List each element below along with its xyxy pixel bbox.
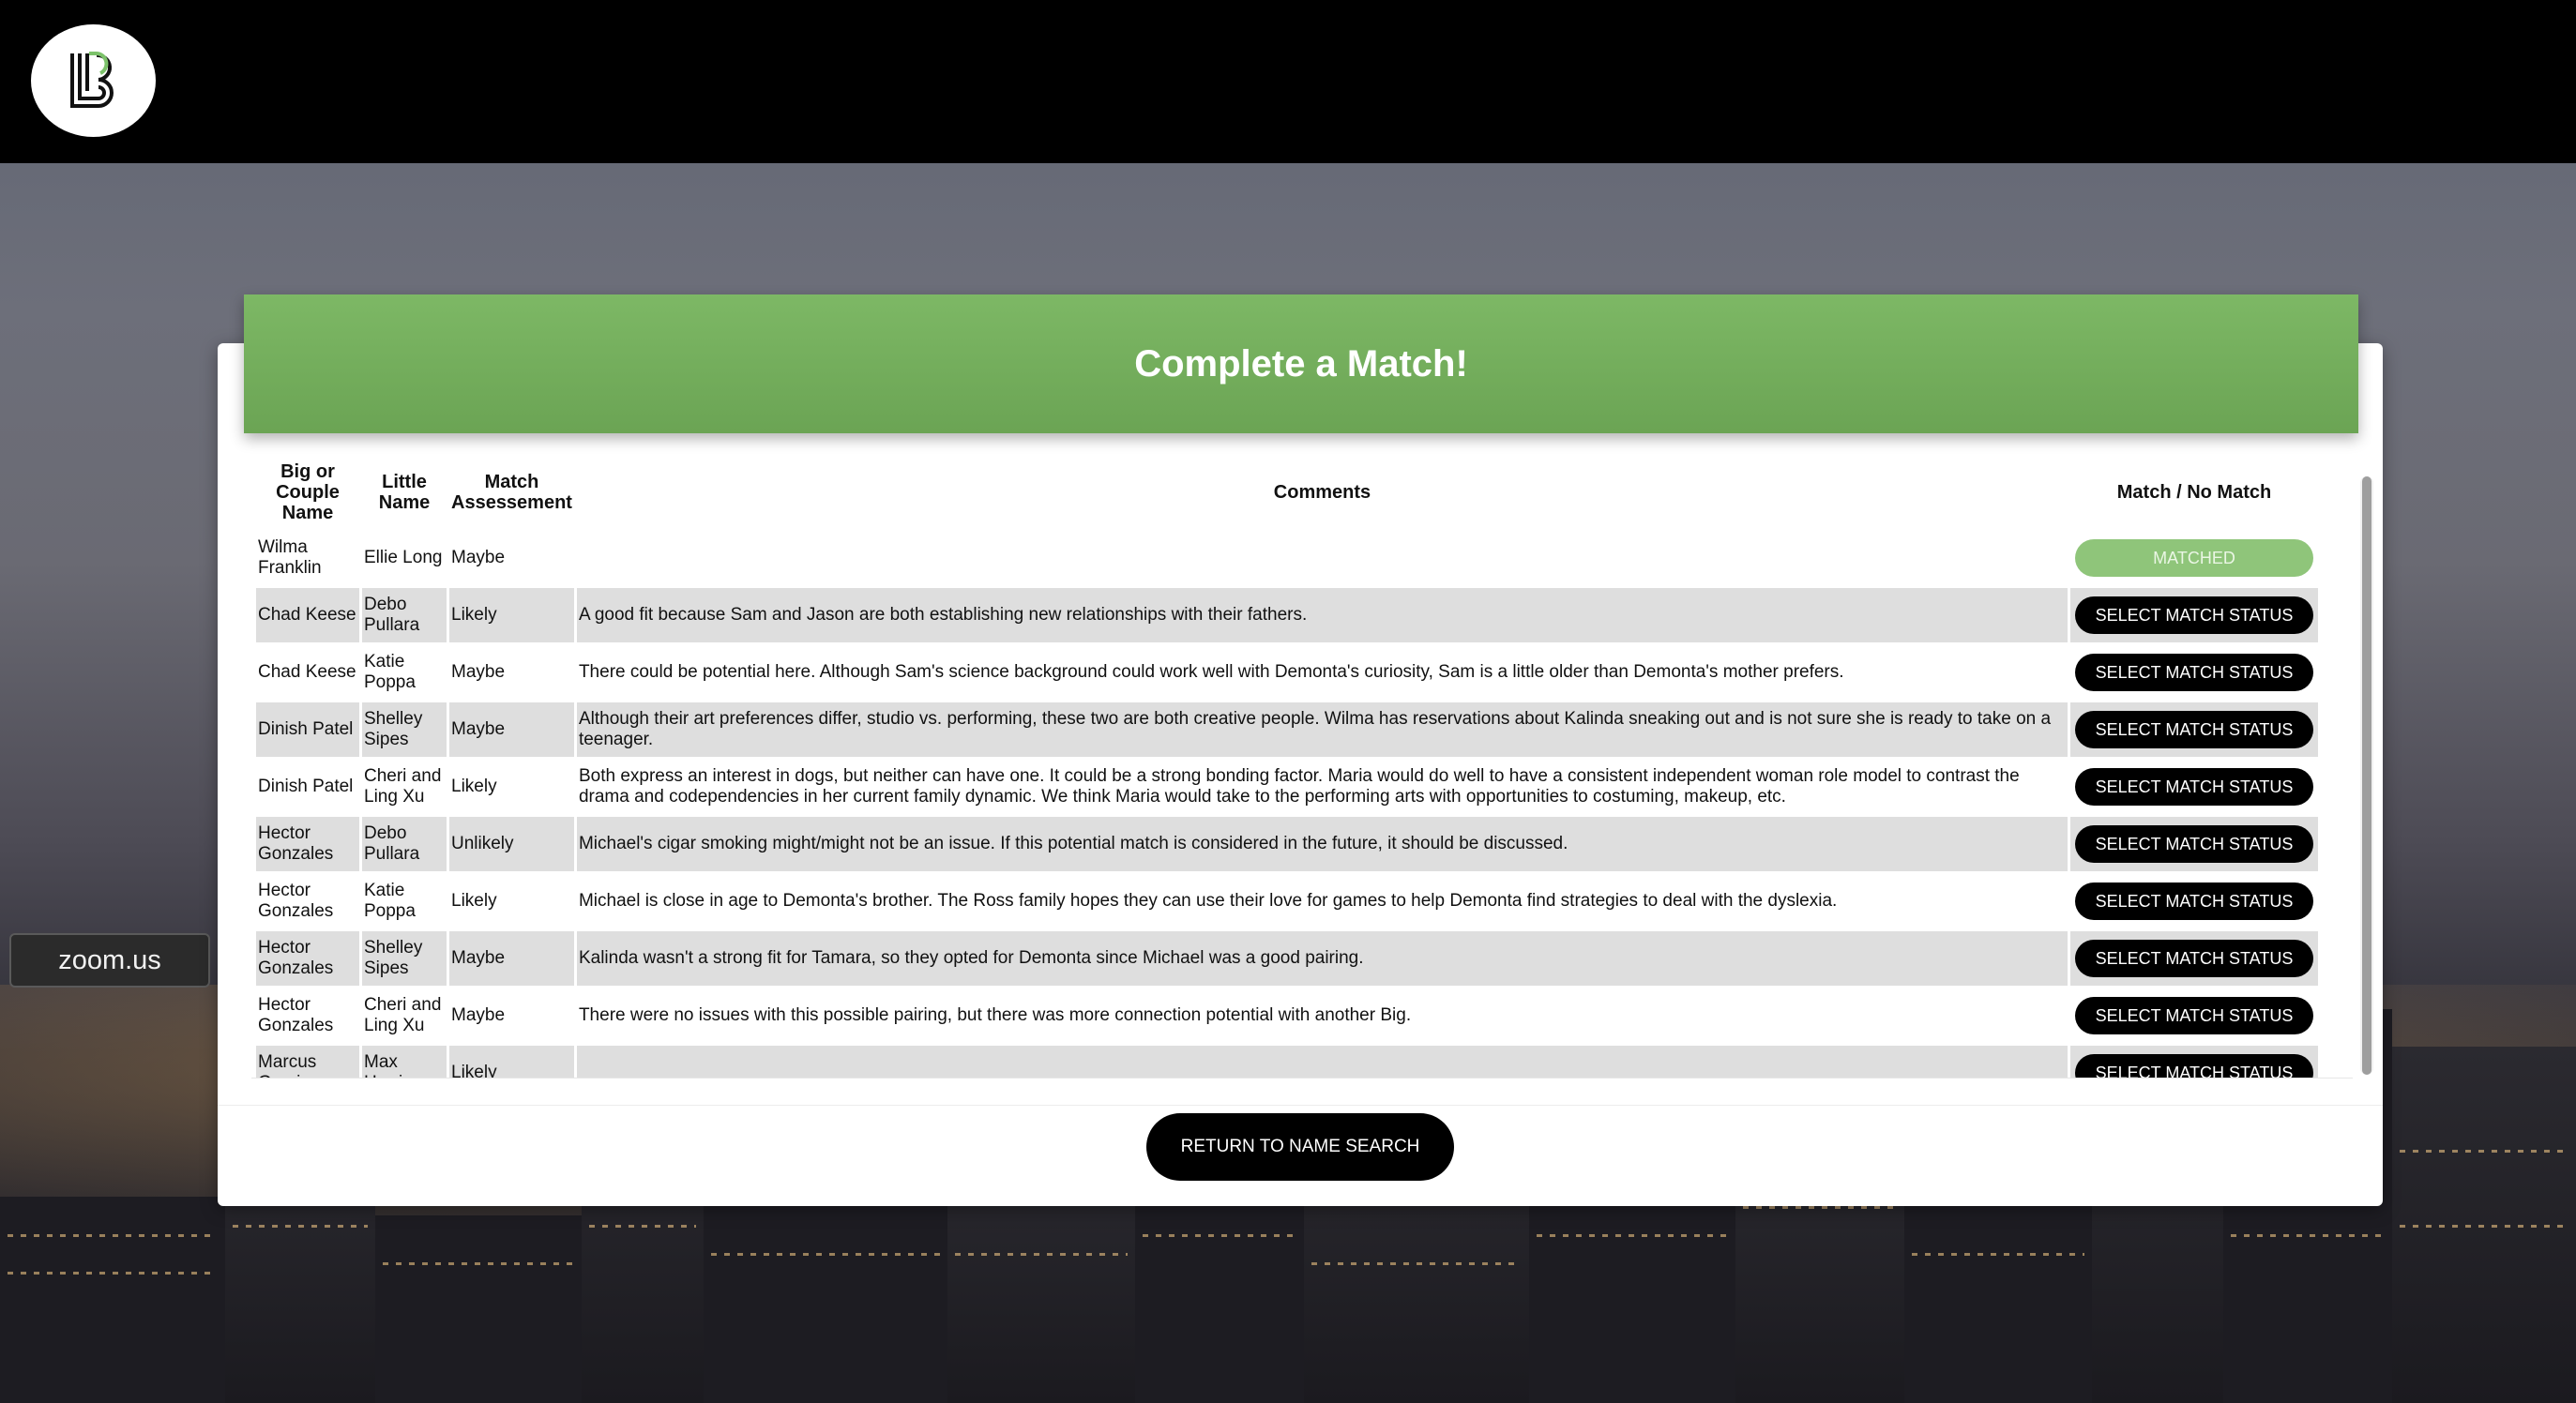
little-name-cell: Shelley Sipes <box>362 702 447 757</box>
action-cell: SELECT MATCH STATUS <box>2070 874 2318 928</box>
select-match-status-button[interactable]: SELECT MATCH STATUS <box>2075 825 2313 863</box>
big-name-cell: Hector Gonzales <box>256 817 359 871</box>
comments-cell: Michael is close in age to Demonta's bro… <box>578 891 1838 911</box>
assessment-cell: Maybe <box>451 662 506 682</box>
col-little-name: Little Name <box>378 472 431 513</box>
little-name-cell: Cheri and Ling Xu <box>364 766 442 807</box>
comments-cell: Michael's cigar smoking might/might not … <box>576 817 2068 871</box>
home-logo[interactable] <box>31 24 156 137</box>
little-name-cell: Debo Pullara <box>362 817 447 871</box>
card-title: Complete a Match! <box>244 294 2358 433</box>
action-cell: SELECT MATCH STATUS <box>2070 1046 2318 1078</box>
comments-cell <box>576 1046 2068 1078</box>
bb-logo-icon <box>69 52 114 108</box>
table-row: Hector Gonzales Katie Poppa Likely Micha… <box>256 874 2318 928</box>
table-row: Wilma Franklin Ellie Long Maybe MATCHED <box>256 531 2318 585</box>
select-match-status-button[interactable]: SELECT MATCH STATUS <box>2075 997 2313 1034</box>
big-name-cell: Dinish Patel <box>258 777 354 796</box>
select-match-status-button[interactable]: SELECT MATCH STATUS <box>2075 768 2313 806</box>
top-bar <box>0 0 2576 163</box>
table-row: Hector Gonzales Cheri and Ling Xu Maybe … <box>256 988 2318 1043</box>
select-match-status-button[interactable]: SELECT MATCH STATUS <box>2075 1054 2313 1078</box>
col-match-status: Match / No Match <box>2116 482 2272 503</box>
select-match-status-button[interactable]: SELECT MATCH STATUS <box>2075 883 2313 920</box>
select-match-status-button[interactable]: SELECT MATCH STATUS <box>2075 940 2313 977</box>
card-divider <box>218 1105 2383 1106</box>
assessment-cell: Likely <box>451 891 497 911</box>
little-name-cell: Debo Pullara <box>362 588 447 642</box>
comments-cell: Both express an interest in dogs, but ne… <box>578 766 2020 807</box>
action-cell: SELECT MATCH STATUS <box>2070 988 2318 1043</box>
assessment-cell: Maybe <box>451 1005 506 1025</box>
action-cell: SELECT MATCH STATUS <box>2070 931 2318 986</box>
comments-cell: There were no issues with this possible … <box>578 1005 1412 1025</box>
col-big-name: Big or Couple Name <box>276 461 340 523</box>
comments-cell: A good fit because Sam and Jason are bot… <box>576 588 2068 642</box>
match-table: Big or Couple Name Little Name Match Ass… <box>253 454 2321 1078</box>
table-scrollbar[interactable] <box>2360 476 2373 1075</box>
select-match-status-button[interactable]: SELECT MATCH STATUS <box>2075 654 2313 691</box>
big-name-cell: Wilma Franklin <box>258 537 322 578</box>
table-row: Hector Gonzales Debo Pullara Unlikely Mi… <box>256 817 2318 871</box>
little-name-cell: Katie Poppa <box>364 881 416 921</box>
assessment-cell: Maybe <box>449 931 574 986</box>
little-name-cell: Cheri and Ling Xu <box>364 995 442 1035</box>
col-assessment: Match Assessement <box>451 472 572 513</box>
matched-button[interactable]: MATCHED <box>2075 539 2313 577</box>
table-scrollbar-thumb[interactable] <box>2362 476 2371 1075</box>
action-cell: SELECT MATCH STATUS <box>2070 645 2318 700</box>
table-row: Chad Keese Katie Poppa Maybe There could… <box>256 645 2318 700</box>
big-name-cell: Dinish Patel <box>256 702 359 757</box>
select-match-status-button[interactable]: SELECT MATCH STATUS <box>2075 596 2313 634</box>
big-name-cell: Chad Keese <box>256 588 359 642</box>
table-row: Hector Gonzales Shelley Sipes Maybe Kali… <box>256 931 2318 986</box>
big-name-cell: Hector Gonzales <box>256 931 359 986</box>
assessment-cell: Maybe <box>451 548 506 567</box>
big-name-cell: Hector Gonzales <box>258 881 334 921</box>
return-to-name-search-button[interactable]: RETURN TO NAME SEARCH <box>1146 1113 1454 1181</box>
assessment-cell: Maybe <box>449 702 574 757</box>
assessment-cell: Likely <box>449 1046 574 1078</box>
comments-cell <box>577 531 2068 585</box>
table-row: Marcus Garcia Max Harris Likely SELECT M… <box>256 1046 2318 1078</box>
comments-cell: Kalinda wasn't a strong fit for Tamara, … <box>576 931 2068 986</box>
action-cell: SELECT MATCH STATUS <box>2070 588 2318 642</box>
little-name-cell: Shelley Sipes <box>362 931 447 986</box>
table-row: Chad Keese Debo Pullara Likely A good fi… <box>256 588 2318 642</box>
assessment-cell: Unlikely <box>449 817 574 871</box>
zoom-overlay-badge: zoom.us <box>9 933 210 988</box>
table-header-row: Big or Couple Name Little Name Match Ass… <box>256 457 2318 528</box>
action-cell: SELECT MATCH STATUS <box>2070 817 2318 871</box>
action-cell: SELECT MATCH STATUS <box>2070 760 2318 814</box>
little-name-cell: Max Harris <box>362 1046 447 1078</box>
assessment-cell: Likely <box>449 588 574 642</box>
table-row: Dinish Patel Cheri and Ling Xu Likely Bo… <box>256 760 2318 814</box>
big-name-cell: Chad Keese <box>258 662 356 682</box>
comments-cell: Although their art preferences differ, s… <box>576 702 2068 757</box>
assessment-cell: Likely <box>451 777 497 796</box>
select-match-status-button[interactable]: SELECT MATCH STATUS <box>2075 711 2313 748</box>
col-comments: Comments <box>1273 482 1371 503</box>
comments-cell: There could be potential here. Although … <box>578 662 1844 682</box>
little-name-cell: Ellie Long <box>364 548 443 567</box>
action-cell: SELECT MATCH STATUS <box>2070 702 2318 757</box>
little-name-cell: Katie Poppa <box>364 652 416 692</box>
match-table-container[interactable]: Big or Couple Name Little Name Match Ass… <box>251 454 2353 1079</box>
action-cell: MATCHED <box>2070 531 2318 585</box>
table-row: Dinish Patel Shelley Sipes Maybe Althoug… <box>256 702 2318 757</box>
big-name-cell: Marcus Garcia <box>256 1046 359 1078</box>
big-name-cell: Hector Gonzales <box>258 995 334 1035</box>
